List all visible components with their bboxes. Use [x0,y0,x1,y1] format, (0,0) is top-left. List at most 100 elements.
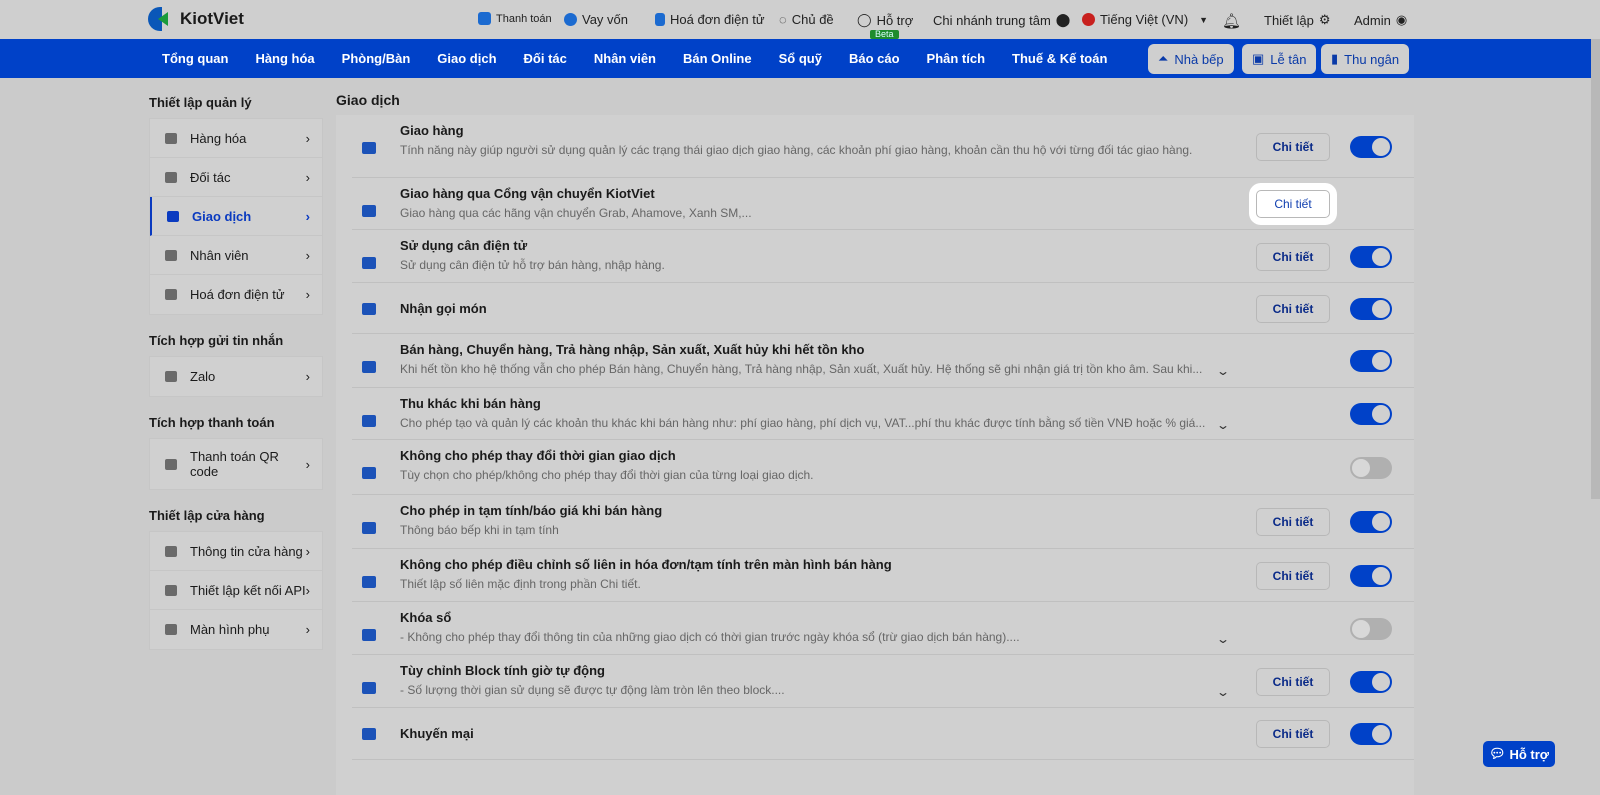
cart-plus-icon [362,415,376,427]
theme-link[interactable]: ◌ Chủ đề [779,12,834,27]
sidebar-item[interactable]: Màn hình phụ › [150,610,322,649]
support-link[interactable]: ◯ Hỗ trợ [857,12,913,28]
sidebar-item[interactable]: Hàng hóa › [150,119,322,158]
loan-link[interactable]: Vay vốn [564,12,628,27]
sidebar-item[interactable]: Thiết lập kết nối API › [150,571,322,610]
sidebar-item-label: Giao dịch [192,208,252,224]
chat-icon: ◯ [857,12,872,27]
expand-chevron-icon[interactable]: ⌄ [1216,632,1230,646]
palette-icon: ◌ [779,12,787,27]
language-label: Tiếng Việt (VN) [1100,12,1189,27]
reception-button[interactable]: ▣ Lễ tân [1242,44,1317,74]
detail-button[interactable]: Chi tiết [1256,242,1330,271]
nav-item[interactable]: Sổ quỹ [779,51,822,66]
sidebar-group-title: Tích hợp thanh toán [149,415,275,430]
user-menu[interactable]: Admin ◉ [1354,12,1407,28]
feature-toggle[interactable] [1350,297,1392,320]
user-icon: ◉ [1395,12,1408,27]
sidebar-item-label: Hoá đơn điện tử [190,287,285,302]
payment-link[interactable]: Thanh toán [478,12,552,25]
sidebar-item-icon [165,132,177,144]
feature-toggle[interactable] [1350,350,1392,372]
sidebar-item[interactable]: Đối tác › [150,158,322,197]
setting-title: Không cho phép điều chỉnh số liên in hóa… [400,557,892,572]
expand-chevron-icon[interactable]: ⌄ [1216,685,1230,699]
truck-icon [362,142,376,154]
clock-gear-icon [362,682,376,694]
setting-row: Giao hàng qua Cổng vận chuyển KiotViet Gi… [352,178,1414,230]
nav-item[interactable]: Tổng quan [162,51,228,66]
payment-label: Thanh toán [496,12,552,25]
expand-chevron-icon[interactable]: ⌄ [1216,364,1230,378]
nav-item[interactable]: Nhân viên [594,51,656,66]
feature-toggle[interactable] [1350,723,1392,745]
page-scrollbar[interactable] [1591,39,1600,499]
sidebar-item-icon [165,584,177,596]
nav-item[interactable]: Phân tích [927,51,986,66]
chevron-right-icon: › [305,130,310,146]
location-pin-icon: ⬤ [1055,12,1071,27]
setting-row: Không cho phép thay đổi thời gian giao d… [352,440,1414,495]
nav-item[interactable]: Bán Online [683,51,752,66]
sidebar-item[interactable]: Nhân viên › [150,236,322,275]
cashier-button[interactable]: ▮ Thu ngân [1321,44,1410,74]
feature-toggle[interactable] [1350,670,1392,693]
einvoice-link[interactable]: Hoá đơn điện tử [655,12,765,27]
settings-menu[interactable]: Thiết lập ⚙ [1264,12,1331,28]
detail-button[interactable]: Chi tiết [1256,132,1330,161]
settings-sidebar: Thiết lập quản lý Hàng hóa › Đối tác › Giao d… [149,95,323,668]
kiotviet-logo[interactable]: KiotViet [148,7,244,31]
chevron-right-icon: › [305,369,310,384]
detail-button[interactable]: Chi tiết [1256,508,1330,536]
feature-toggle[interactable] [1350,403,1392,425]
chevron-right-icon: › [305,456,310,472]
nav-item[interactable]: Báo cáo [849,51,900,66]
sidebar-item[interactable]: Zalo › [150,357,322,396]
caret-down-icon: ▼ [1199,14,1209,25]
gift-icon [362,728,376,740]
detail-button[interactable]: Chi tiết [1256,667,1330,696]
reception-label: Lễ tân [1270,51,1307,67]
sidebar-item-label: Hàng hóa [190,130,247,146]
sidebar-item[interactable]: Hoá đơn điện tử › [150,275,322,314]
detail-button[interactable]: Chi tiết [1256,561,1330,590]
feature-toggle[interactable] [1350,135,1392,158]
setting-description: Giao hàng qua các hãng vận chuyển Grab, … [400,206,752,220]
setting-row: Nhận gọi món Chi tiết [352,283,1414,334]
detail-button[interactable]: Chi tiết [1256,190,1330,218]
sidebar-item-icon [165,458,177,470]
theme-label: Chủ đề [791,12,834,27]
chevron-right-icon: › [305,208,310,224]
scale-icon [362,257,376,269]
nav-item[interactable]: Thuế & Kế toán [1012,51,1107,66]
detail-button[interactable]: Chi tiết [1256,294,1330,323]
sidebar-item-label: Nhân viên [190,247,249,263]
feature-toggle[interactable] [1350,511,1392,533]
feature-toggle[interactable] [1350,245,1392,268]
sidebar-item[interactable]: Thanh toán QR code › [150,439,322,489]
language-selector[interactable]: Tiếng Việt (VN) ▼ [1082,12,1208,27]
kitchen-button[interactable]: ⏶ Nhà bếp [1148,44,1234,74]
sidebar-item[interactable]: Thông tin cửa hàng › [150,532,322,571]
expand-chevron-icon[interactable]: ⌄ [1216,418,1230,432]
setting-description: Sử dụng cân điện tử hỗ trợ bán hàng, nhậ… [400,258,665,272]
branch-selector[interactable]: Chi nhánh trung tâm ⬤ [933,12,1070,28]
notification-bell[interactable]: 🔔︎ [1222,12,1241,30]
nav-item[interactable]: Hàng hóa [255,51,314,66]
sidebar-group-title: Thiết lập quản lý [149,95,252,110]
feature-toggle[interactable] [1350,564,1392,587]
setting-row: Cho phép in tạm tính/báo giá khi bán hàn… [352,495,1414,549]
setting-description: Thiết lập số liên mặc định trong phần Ch… [400,577,641,591]
setting-title: Tùy chỉnh Block tính giờ tự động [400,663,605,678]
sidebar-item-icon [165,624,177,635]
nav-item[interactable]: Đối tác [524,51,567,66]
detail-button[interactable]: Chi tiết [1256,720,1330,748]
bell-icon: 🔔︎ [1222,13,1242,30]
feature-toggle[interactable] [1350,456,1392,479]
help-button[interactable]: 💬︎ Hỗ trợ [1483,741,1555,767]
nav-item[interactable]: Giao dịch [437,51,496,66]
sidebar-item[interactable]: Giao dịch › [150,197,322,236]
kitchen-label: Nhà bếp [1174,51,1224,67]
feature-toggle[interactable] [1350,617,1392,640]
nav-item[interactable]: Phòng/Bàn [342,51,411,66]
